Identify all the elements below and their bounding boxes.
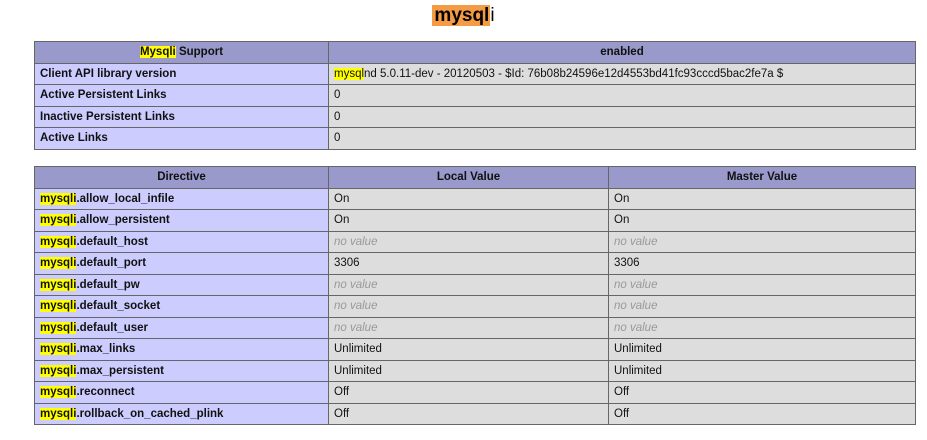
search-match: mysqli (40, 235, 77, 248)
directive-name-suffix: .default_host (76, 235, 148, 248)
table-row: Active Links 0 (34, 127, 916, 150)
local-value: no value (328, 295, 609, 318)
master-value: Unlimited (608, 338, 916, 361)
master-value: Off (608, 402, 916, 425)
directive-name: mysqli.default_port (34, 252, 329, 275)
directive-name: mysqli.allow_local_infile (34, 187, 329, 210)
table-row: mysqli.default_socket no value no value (34, 295, 916, 318)
directive-name: mysqli.default_pw (34, 273, 329, 296)
search-match: mysqli (40, 364, 77, 377)
local-value: Unlimited (328, 338, 609, 361)
master-value: 3306 (608, 252, 916, 275)
row-label: Inactive Persistent Links (34, 105, 329, 128)
table-row: mysqli.rollback_on_cached_plink Off Off (34, 402, 916, 425)
search-match: mysqli (40, 278, 77, 291)
directive-name-suffix: .allow_local_infile (76, 192, 175, 205)
local-value: 3306 (328, 252, 609, 275)
local-value: Off (328, 381, 609, 404)
directive-name: mysqli.max_links (34, 338, 329, 361)
directive-name-suffix: .default_socket (76, 300, 161, 313)
support-header-row: Mysqli Support enabled (34, 41, 916, 64)
table-row: mysqli.default_port 3306 3306 (34, 252, 916, 275)
directive-name-suffix: .reconnect (76, 386, 135, 399)
local-value: On (328, 209, 609, 232)
support-header-value: enabled (328, 41, 916, 64)
directive-header-row: Directive Local Value Master Value (34, 166, 916, 189)
table-row: mysqli.default_pw no value no value (34, 273, 916, 296)
table-row: mysqli.allow_persistent On On (34, 209, 916, 232)
search-match-current: mysql (432, 5, 491, 26)
column-header-directive: Directive (34, 166, 329, 189)
master-value: no value (608, 295, 916, 318)
support-table: Mysqli Support enabled Client API librar… (34, 41, 916, 150)
table-row: mysqli.max_persistent Unlimited Unlimited (34, 359, 916, 382)
master-value: On (608, 209, 916, 232)
directive-name: mysqli.default_socket (34, 295, 329, 318)
row-label: Client API library version (34, 62, 329, 85)
local-value: no value (328, 316, 609, 339)
directive-name: mysqli.reconnect (34, 381, 329, 404)
row-value-text: 0 (334, 110, 341, 123)
local-value: no value (328, 273, 609, 296)
directive-name: mysqli.max_persistent (34, 359, 329, 382)
row-value: 0 (328, 84, 916, 107)
master-value: no value (608, 273, 916, 296)
search-match: Mysqli (139, 46, 176, 59)
page-title-wrap: mysqli (0, 4, 927, 28)
master-value: On (608, 187, 916, 210)
search-match: mysql (334, 67, 365, 80)
row-label: Active Persistent Links (34, 84, 329, 107)
directive-name: mysqli.allow_persistent (34, 209, 329, 232)
directive-name: mysqli.default_user (34, 316, 329, 339)
table-row: mysqli.default_user no value no value (34, 316, 916, 339)
search-match: mysqli (40, 214, 77, 227)
directive-name-suffix: .default_pw (76, 278, 140, 291)
master-value: no value (608, 230, 916, 253)
support-header-label: Mysqli Support (34, 41, 329, 64)
table-row: mysqli.reconnect Off Off (34, 381, 916, 404)
directive-name-suffix: .default_user (76, 321, 149, 334)
row-value: mysqlnd 5.0.11-dev - 20120503 - $Id: 76b… (328, 62, 916, 85)
directive-name-suffix: .default_port (76, 257, 147, 270)
directive-name-suffix: .max_links (76, 343, 136, 356)
row-value: 0 (328, 105, 916, 128)
table-row: Inactive Persistent Links 0 (34, 105, 916, 128)
table-row: mysqli.allow_local_infile On On (34, 187, 916, 210)
local-value: no value (328, 230, 609, 253)
row-value: 0 (328, 127, 916, 150)
search-match: mysqli (40, 407, 77, 420)
directive-name: mysqli.default_host (34, 230, 329, 253)
page-title-rest: i (490, 5, 495, 26)
search-match: mysqli (40, 300, 77, 313)
page-title: mysqli (432, 4, 495, 28)
search-match: mysqli (40, 343, 77, 356)
row-value-text: nd 5.0.11-dev - 20120503 - $Id: 76b08b24… (364, 67, 784, 80)
table-row: Active Persistent Links 0 (34, 84, 916, 107)
row-value-text: 0 (334, 132, 341, 145)
search-match: mysqli (40, 257, 77, 270)
search-match: mysqli (40, 192, 77, 205)
directive-name-suffix: .allow_persistent (76, 214, 170, 227)
master-value: Off (608, 381, 916, 404)
local-value: On (328, 187, 609, 210)
master-value: Unlimited (608, 359, 916, 382)
directive-name-suffix: .max_persistent (76, 364, 165, 377)
master-value: no value (608, 316, 916, 339)
directive-name: mysqli.rollback_on_cached_plink (34, 402, 329, 425)
column-header-local-value: Local Value (328, 166, 609, 189)
row-value-text: 0 (334, 89, 341, 102)
row-label: Active Links (34, 127, 329, 150)
directive-name-suffix: .rollback_on_cached_plink (76, 407, 224, 420)
table-row: Client API library version mysqlnd 5.0.11… (34, 62, 916, 85)
local-value: Unlimited (328, 359, 609, 382)
table-row: mysqli.default_host no value no value (34, 230, 916, 253)
search-match: mysqli (40, 321, 77, 334)
column-header-master-value: Master Value (608, 166, 916, 189)
table-row: mysqli.max_links Unlimited Unlimited (34, 338, 916, 361)
local-value: Off (328, 402, 609, 425)
search-match: mysqli (40, 386, 77, 399)
directive-table: Directive Local Value Master Value mysql… (34, 166, 916, 425)
